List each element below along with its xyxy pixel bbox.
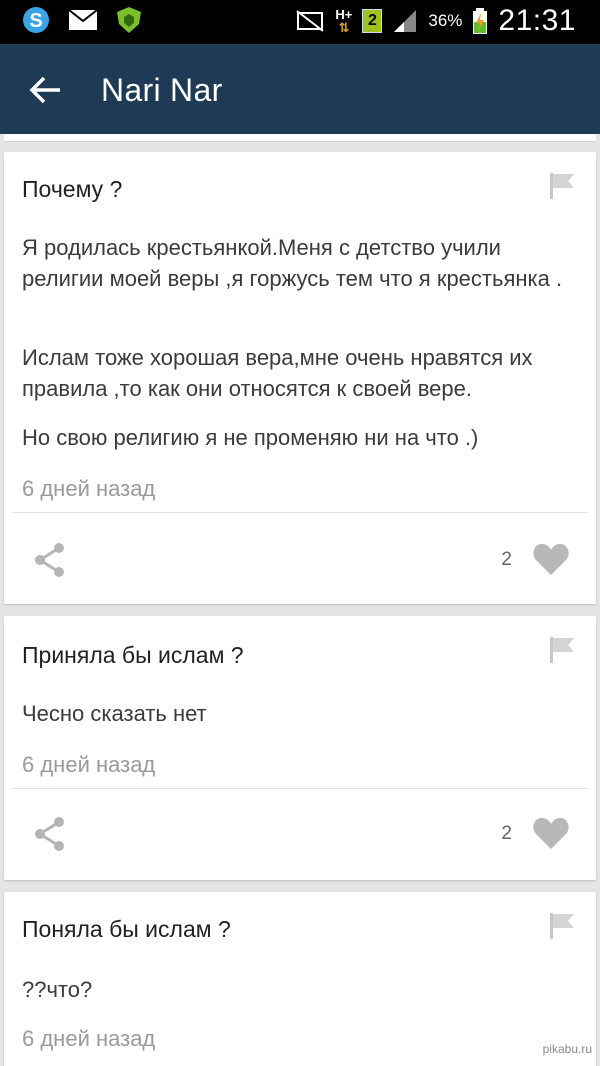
status-bar: S H+ ⇅ 2 36% 21:31 (0, 0, 600, 44)
timestamp: 6 дней назад (22, 1026, 156, 1051)
network-type: H+ ⇅ (335, 7, 353, 35)
battery-percent: 36% (428, 11, 463, 30)
answer-paragraph: Я родилась крестьянкой.Меня с детство уч… (22, 235, 563, 291)
app-bar: Nari Nar (0, 44, 600, 134)
answer-paragraph: Ислам тоже хорошая вера,мне очень нравят… (22, 345, 533, 401)
heart-icon[interactable] (532, 542, 570, 576)
like-count: 2 (501, 823, 512, 844)
question-card: Поняла бы ислам ? ??что? 6 дней назад (4, 892, 596, 1066)
divider (12, 788, 588, 789)
timestamp: 6 дней назад (22, 752, 156, 777)
clock: 21:31 (498, 4, 576, 37)
flag-icon[interactable] (548, 912, 576, 940)
mail-icon (68, 9, 98, 30)
question-title: Почему ? (22, 176, 123, 202)
flag-icon[interactable] (548, 636, 576, 664)
divider (12, 512, 588, 513)
question-card: Приняла бы ислам ? Чесно сказать нет 6 д… (4, 616, 596, 880)
timestamp: 6 дней назад (22, 476, 156, 501)
answer-paragraph: Чесно сказать нет (22, 701, 207, 726)
shield-icon (117, 7, 141, 33)
like-count: 2 (501, 549, 512, 570)
answer-paragraph: ??что? (22, 977, 93, 1002)
question-card: Почему ? Я родилась крестьянкой.Меня с д… (4, 152, 596, 604)
mute-icon (296, 10, 325, 32)
svg-text:S: S (29, 10, 42, 32)
share-icon[interactable] (32, 816, 68, 852)
flag-icon[interactable] (548, 172, 576, 200)
watermark: pikabu.ru (542, 1042, 592, 1056)
battery-charging-icon (473, 8, 488, 34)
back-arrow-icon[interactable] (26, 70, 66, 110)
skype-icon: S (23, 7, 49, 33)
system-icons: H+ ⇅ 2 36% 21:31 (295, 4, 576, 38)
question-title: Поняла бы ислам ? (22, 916, 231, 942)
answer-paragraph: Но свою религию я не променяю ни на что … (22, 425, 479, 450)
previous-card-edge (4, 134, 596, 142)
share-icon[interactable] (32, 542, 68, 578)
notification-icons: S (22, 6, 142, 34)
signal-icon (394, 10, 417, 32)
heart-icon[interactable] (532, 816, 570, 850)
page-title: Nari Nar (101, 72, 223, 108)
question-title: Приняла бы ислам ? (22, 642, 244, 668)
sim-badge: 2 (362, 9, 383, 33)
